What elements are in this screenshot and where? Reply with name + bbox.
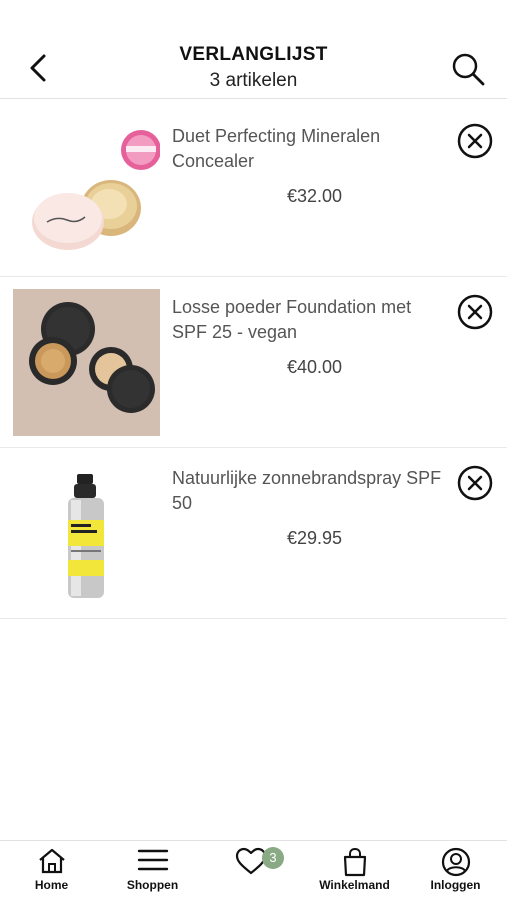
tab-home[interactable]: Home [1,841,102,901]
wishlist-item[interactable]: Natuurlijke zonnebrandspray SPF 50 €29.9… [0,448,507,619]
product-name[interactable]: Losse poeder Foundation met SPF 25 - veg… [172,295,442,345]
header: VERLANGLIJST 3 artikelen [0,0,507,99]
tab-shoppen[interactable]: Shoppen [102,841,203,901]
close-circle-icon [457,294,493,330]
tab-inloggen[interactable]: Inloggen [405,841,506,901]
product-price: €32.00 [286,186,343,206]
tab-label: Inloggen [430,878,481,892]
menu-icon [137,849,168,871]
remove-button[interactable] [457,294,493,330]
tab-wishlist[interactable] [203,841,304,901]
remove-button[interactable] [457,123,493,159]
page-title: VERLANGLIJST [179,44,328,65]
tab-winkelmand[interactable]: Winkelmand [304,841,405,901]
close-circle-icon [457,123,493,159]
tab-label: Shoppen [126,878,179,892]
tab-label: Home [34,878,69,892]
bottom-tab-bar: Home Shoppen 3 Winkelmand Inloggen [0,840,507,901]
search-icon [452,53,485,86]
product-name[interactable]: Natuurlijke zonnebrandspray SPF 50 [172,466,442,516]
close-circle-icon [457,465,493,501]
product-name[interactable]: Duet Perfecting Mineralen Concealer [172,124,442,174]
item-count: 3 artikelen [209,70,298,91]
product-price: €29.95 [286,528,343,548]
wishlist-item[interactable]: Duet Perfecting Mineralen Concealer €32.… [0,106,507,277]
user-icon [441,847,470,877]
wishlist-count-badge: 3 [262,847,284,869]
shopping-bag-icon [343,847,366,877]
remove-button[interactable] [457,465,493,501]
search-button[interactable] [449,50,487,88]
home-icon [38,848,65,874]
product-image[interactable] [13,289,160,436]
product-image[interactable] [13,460,160,607]
product-image[interactable] [13,118,160,265]
wishlist-item[interactable]: Losse poeder Foundation met SPF 25 - veg… [0,277,507,448]
product-price: €40.00 [286,357,343,377]
tab-label: Winkelmand [319,878,390,892]
